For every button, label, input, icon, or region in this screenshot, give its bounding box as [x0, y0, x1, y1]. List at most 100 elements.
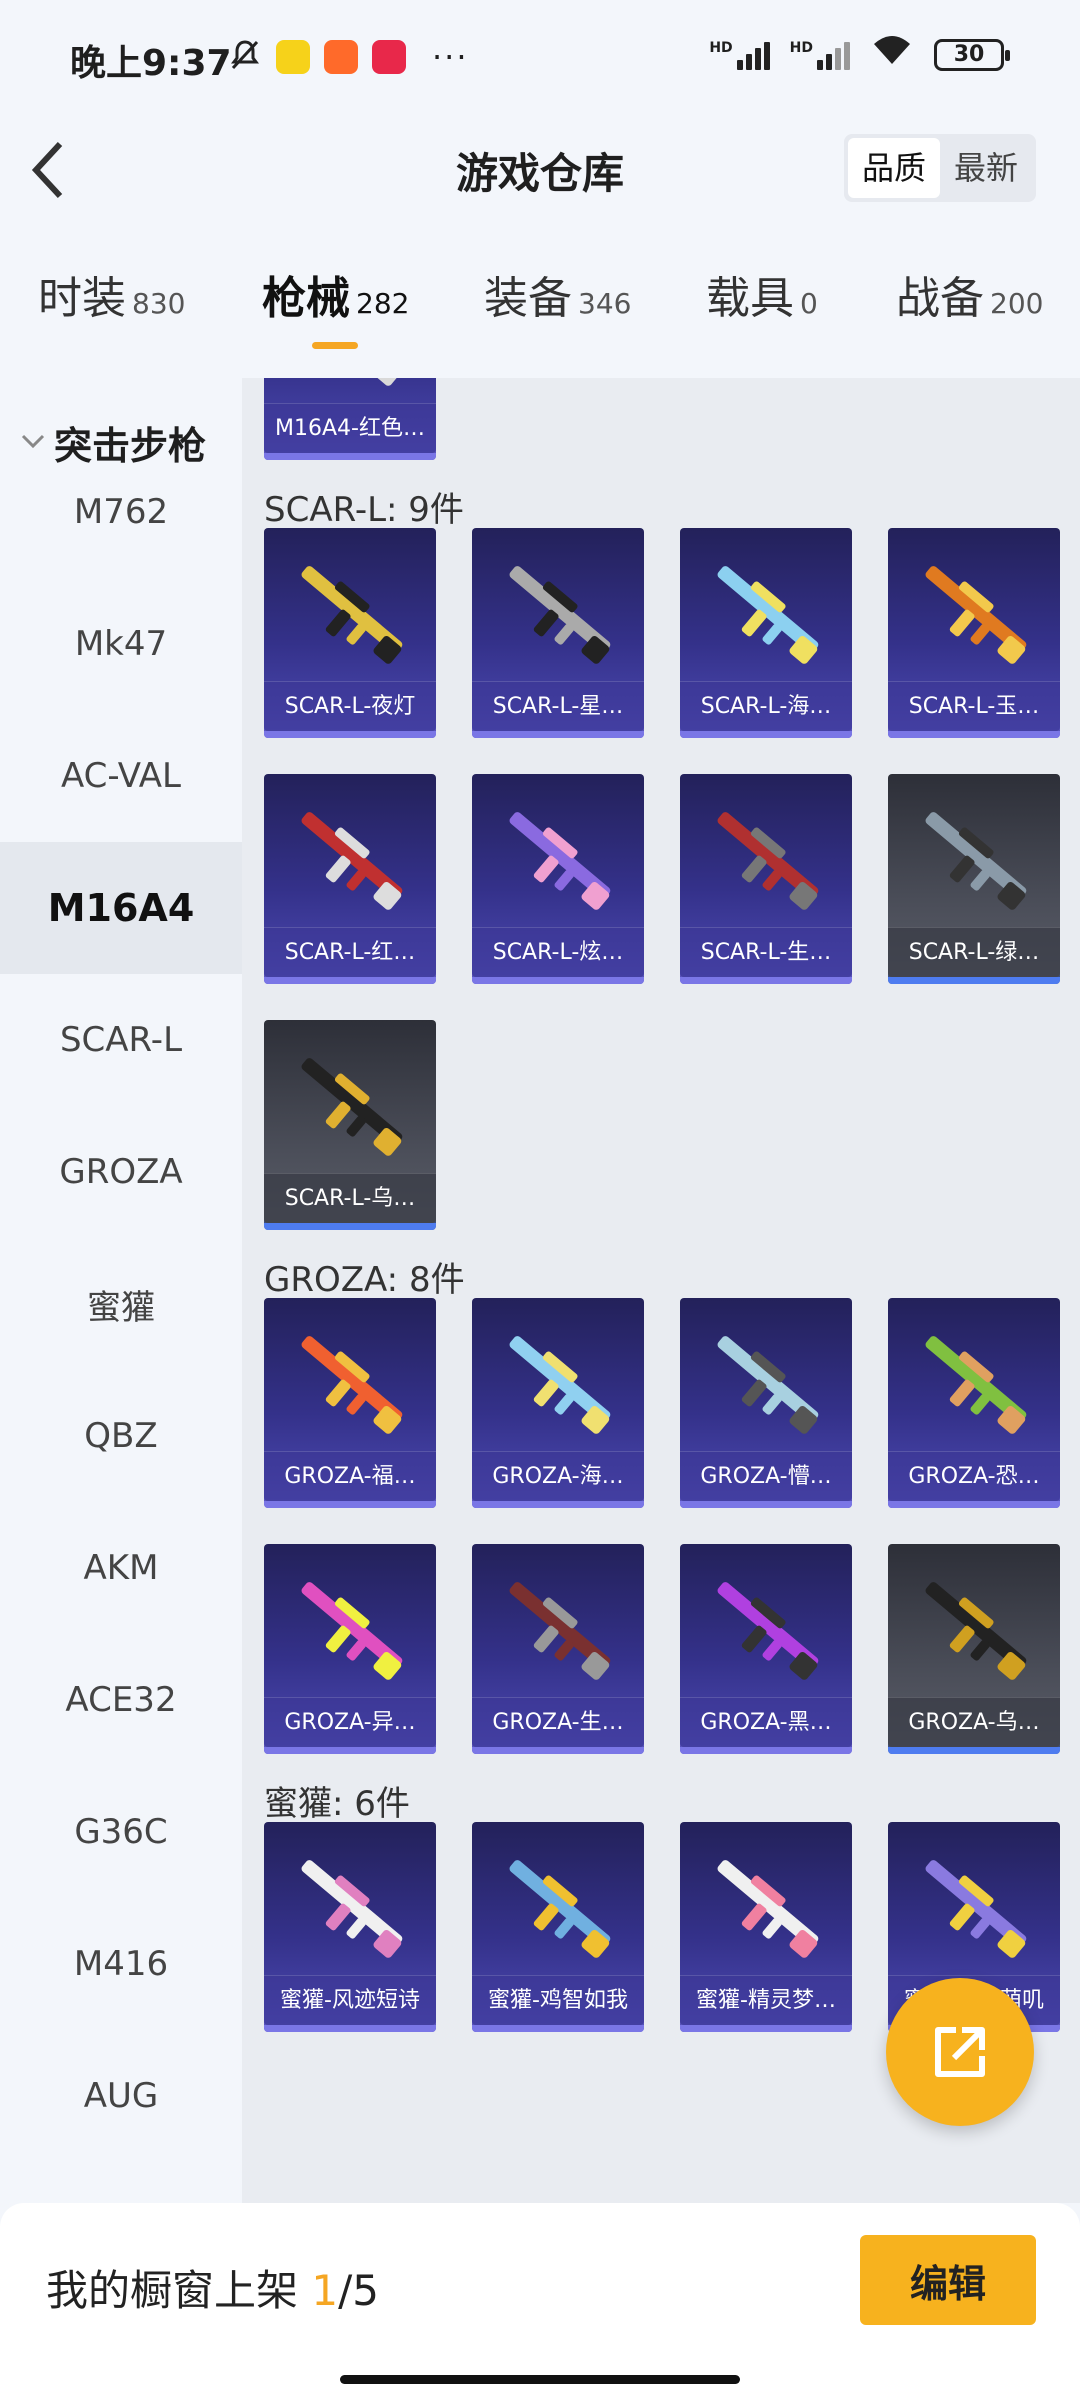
weapon-skin-card[interactable]: GROZA-乌…	[888, 1544, 1060, 1754]
weapon-skin-card[interactable]: GROZA-异…	[264, 1544, 436, 1754]
weapon-skin-name: SCAR-L-生…	[680, 927, 852, 977]
edit-button[interactable]: 编辑	[860, 2235, 1036, 2325]
weapon-skin-icon	[509, 812, 611, 910]
section-title: GROZA: 8件	[264, 1260, 465, 1300]
share-fab-button[interactable]	[886, 1978, 1034, 2126]
weapon-skin-icon	[301, 812, 403, 910]
signal-icon: HD	[709, 40, 770, 70]
weapon-skin-card[interactable]: SCAR-L-乌…	[264, 1020, 436, 1230]
weapon-skin-icon	[925, 1860, 1027, 1958]
tab-fashion[interactable]: 时装 830	[38, 262, 185, 326]
tab-vehicles[interactable]: 载具 0	[706, 262, 818, 326]
weapon-skin-icon	[717, 812, 819, 910]
showcase-status: 我的橱窗上架 1/5	[46, 2266, 379, 2315]
app-notification-icon	[276, 40, 310, 74]
status-bar: 晚上9:37 ··· HD HD 30	[0, 0, 1080, 118]
weapon-skin-icon	[925, 1582, 1027, 1680]
weapon-skin-icon	[301, 1582, 403, 1680]
weapon-skin-card[interactable]: SCAR-L-玉…	[888, 528, 1060, 738]
sort-by-newest-button[interactable]: 最新	[940, 138, 1032, 198]
sidebar-item[interactable]: AC-VAL	[0, 710, 242, 842]
weapon-skin-card[interactable]: GROZA-恐…	[888, 1298, 1060, 1508]
page-header: 游戏仓库 品质 最新	[0, 118, 1080, 218]
more-dots-icon: ···	[432, 38, 469, 76]
weapon-skin-icon	[301, 1058, 403, 1156]
weapon-skin-name: SCAR-L-炫…	[472, 927, 644, 977]
sidebar-item[interactable]: M416	[0, 1898, 242, 2030]
weapon-skin-card[interactable]: SCAR-L-炫…	[472, 774, 644, 984]
weapon-skin-card[interactable]: SCAR-L-星…	[472, 528, 644, 738]
status-time: 晚上9:37	[70, 43, 232, 84]
weapon-skin-icon	[925, 566, 1027, 664]
signal-icon: HD	[790, 40, 850, 70]
sidebar-item[interactable]: Mk47	[0, 578, 242, 710]
weapon-skin-name: SCAR-L-星…	[472, 681, 644, 731]
weapon-skin-card[interactable]: 蜜獾-精灵梦…	[680, 1822, 852, 2032]
weapon-skin-card[interactable]: SCAR-L-红…	[264, 774, 436, 984]
weapon-skin-icon	[509, 1860, 611, 1958]
tab-firearms[interactable]: 枪械 282	[262, 262, 409, 326]
wifi-icon	[870, 34, 914, 75]
weapon-skin-card[interactable]: GROZA-黑…	[680, 1544, 852, 1754]
sidebar-item[interactable]: ACE32	[0, 1634, 242, 1766]
weapon-sidebar: 突击步枪 M762 Mk47 AC-VAL M16A4 SCAR-L GROZA 蜜獾 QBZ…	[0, 378, 242, 2203]
weapon-skin-icon	[301, 1336, 403, 1434]
shop-notification-icon	[324, 40, 358, 74]
weapon-grid: M16A4-红色… SCAR-L: 9件 SCAR-L-夜灯 SCAR-L-星… SCA…	[242, 378, 1080, 2203]
weapon-skin-card[interactable]: GROZA-生…	[472, 1544, 644, 1754]
battery-icon: 30	[934, 38, 1010, 71]
sidebar-item[interactable]: AUG	[0, 2030, 242, 2162]
weapon-skin-icon	[509, 1336, 611, 1434]
weapon-skin-card[interactable]: SCAR-L-生…	[680, 774, 852, 984]
weapon-skin-name: SCAR-L-玉…	[888, 681, 1060, 731]
sort-by-quality-button[interactable]: 品质	[847, 138, 940, 198]
tab-equipment[interactable]: 装备 346	[484, 262, 631, 326]
weapon-skin-icon	[373, 378, 402, 386]
sidebar-item[interactable]: G36C	[0, 1766, 242, 1898]
sidebar-item[interactable]: AKM	[0, 1502, 242, 1634]
tab-gear[interactable]: 战备 200	[896, 262, 1043, 326]
weapon-skin-name: 蜜獾-鸡智如我	[472, 1975, 644, 2025]
weapon-skin-card[interactable]: SCAR-L-绿…	[888, 774, 1060, 984]
weapon-skin-icon	[717, 1336, 819, 1434]
weapon-skin-name: GROZA-海…	[472, 1451, 644, 1501]
weapon-skin-icon	[301, 1860, 403, 1958]
sidebar-item[interactable]: GROZA	[0, 1106, 242, 1238]
weapon-skin-icon	[717, 566, 819, 664]
weapon-skin-card[interactable]: 蜜獾-鸡智如我	[472, 1822, 644, 2032]
video-notification-icon	[372, 40, 406, 74]
section-title: SCAR-L: 9件	[264, 490, 464, 530]
weapon-skin-name: GROZA-黑…	[680, 1697, 852, 1747]
weapon-skin-name: GROZA-恐…	[888, 1451, 1060, 1501]
weapon-skin-card[interactable]: 蜜獾-风迹短诗	[264, 1822, 436, 2032]
weapon-skin-icon	[509, 566, 611, 664]
weapon-skin-card[interactable]: SCAR-L-夜灯	[264, 528, 436, 738]
weapon-skin-card[interactable]: GROZA-懵…	[680, 1298, 852, 1508]
weapon-skin-card[interactable]: GROZA-福…	[264, 1298, 436, 1508]
sidebar-item[interactable]: SCAR-L	[0, 974, 242, 1106]
weapon-skin-name: SCAR-L-海…	[680, 681, 852, 731]
weapon-skin-card[interactable]: GROZA-海…	[472, 1298, 644, 1508]
weapon-skin-icon	[509, 1582, 611, 1680]
sidebar-item[interactable]: 蜜獾	[0, 1238, 242, 1370]
status-notification-icons: ···	[228, 38, 469, 76]
weapon-skin-card[interactable]: SCAR-L-海…	[680, 528, 852, 738]
category-tabs: 时装 830 枪械 282 装备 346 载具 0 战备 200	[0, 262, 1080, 362]
sidebar-item[interactable]: M16A4	[0, 842, 242, 974]
weapon-skin-name: SCAR-L-夜灯	[264, 681, 436, 731]
weapon-skin-name: GROZA-懵…	[680, 1451, 852, 1501]
sidebar-item[interactable]: QBZ	[0, 1370, 242, 1502]
weapon-skin-name: SCAR-L-乌…	[264, 1173, 436, 1223]
weapon-skin-name: 蜜獾-风迹短诗	[264, 1975, 436, 2025]
home-indicator	[340, 2375, 740, 2384]
active-tab-indicator	[312, 342, 358, 349]
weapon-skin-name: GROZA-乌…	[888, 1697, 1060, 1747]
sort-toggle: 品质 最新	[843, 134, 1036, 202]
share-external-icon	[935, 2027, 985, 2077]
weapon-skin-card[interactable]: M16A4-红色…	[264, 378, 436, 460]
weapon-skin-name: SCAR-L-绿…	[888, 927, 1060, 977]
bottom-bar: 我的橱窗上架 1/5 编辑	[0, 2203, 1080, 2400]
status-system-icons: HD HD 30	[709, 34, 1010, 75]
sidebar-item[interactable]: M762	[0, 446, 242, 578]
weapon-skin-name: SCAR-L-红…	[264, 927, 436, 977]
